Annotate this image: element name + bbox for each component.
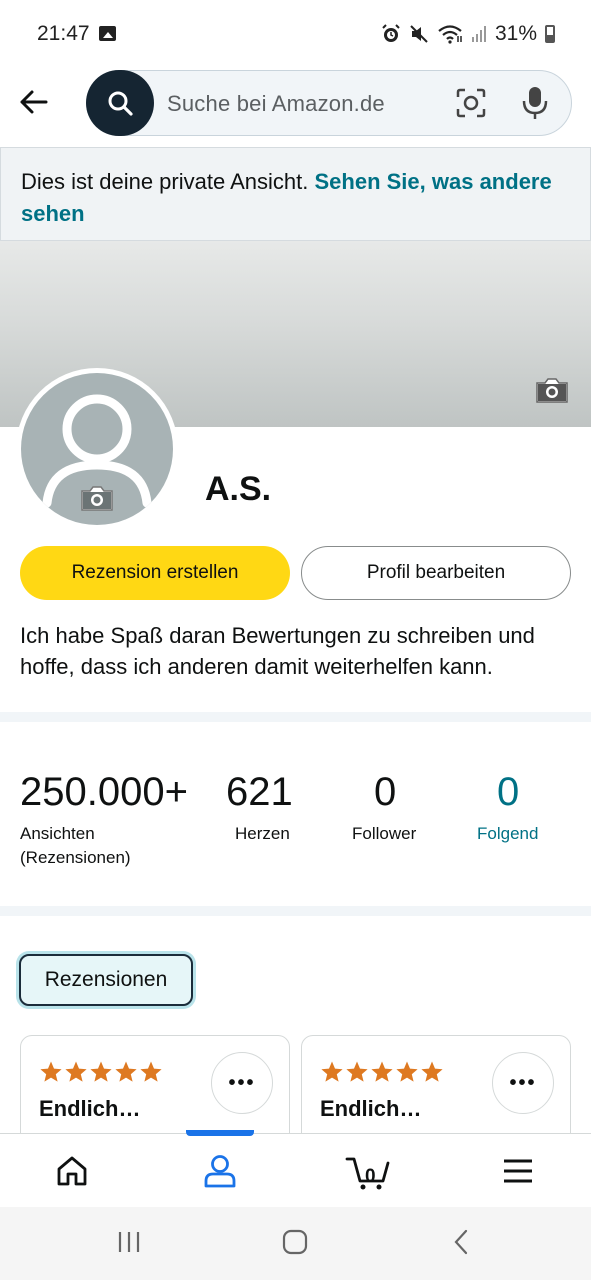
search-header: Suche bei Amazon.de xyxy=(0,68,591,146)
stat-following-value[interactable]: 0 xyxy=(497,770,519,815)
star-icon xyxy=(40,1061,62,1082)
nav-home[interactable] xyxy=(32,1134,112,1208)
star-icon xyxy=(396,1061,418,1082)
section-divider xyxy=(0,712,591,722)
profile-icon xyxy=(204,1155,236,1188)
more-options-button[interactable]: ••• xyxy=(492,1052,554,1114)
star-rating xyxy=(320,1060,444,1084)
recent-apps-icon[interactable] xyxy=(116,1227,142,1257)
microphone-icon[interactable] xyxy=(521,85,549,121)
back-arrow-icon[interactable] xyxy=(16,84,52,120)
review-title: Endlich… xyxy=(320,1096,422,1121)
status-icons: 31% xyxy=(381,20,555,48)
profile-name: A.S. xyxy=(205,470,272,508)
star-icon xyxy=(346,1061,368,1082)
search-placeholder: Suche bei Amazon.de xyxy=(167,91,385,116)
menu-icon xyxy=(504,1159,532,1183)
battery-icon xyxy=(545,25,555,43)
nav-cart[interactable]: 0 xyxy=(328,1134,408,1208)
home-icon xyxy=(57,1156,87,1186)
avatar-camera-icon[interactable] xyxy=(80,484,114,512)
star-icon xyxy=(321,1061,343,1082)
nav-menu[interactable] xyxy=(478,1134,558,1208)
image-icon xyxy=(99,26,116,41)
nav-profile[interactable] xyxy=(180,1134,260,1208)
star-icon xyxy=(140,1061,162,1082)
create-review-button[interactable]: Rezension erstellen xyxy=(20,546,290,600)
stat-followers-label[interactable]: Follower xyxy=(352,822,416,846)
star-rating xyxy=(39,1060,163,1084)
wifi-icon xyxy=(438,25,462,44)
banner-text: Dies ist deine private Ansicht. xyxy=(21,169,309,194)
stat-views-label: Ansichten (Rezensionen) xyxy=(20,824,131,867)
profile-bio: Ich habe Spaß daran Bewertungen zu schre… xyxy=(20,623,535,679)
star-icon xyxy=(115,1061,137,1082)
section-divider xyxy=(0,906,591,916)
edit-profile-button[interactable]: Profil bearbeiten xyxy=(301,546,571,600)
star-icon xyxy=(421,1061,443,1082)
stat-following-label[interactable]: Folgend xyxy=(477,822,538,846)
alarm-icon xyxy=(382,24,400,42)
private-view-banner: Dies ist deine private Ansicht. Sehen Si… xyxy=(0,147,591,241)
search-icon xyxy=(108,91,133,116)
stat-followers-value[interactable]: 0 xyxy=(374,770,396,815)
back-system-icon[interactable] xyxy=(450,1227,472,1257)
search-input[interactable]: Suche bei Amazon.de xyxy=(86,70,572,136)
star-icon xyxy=(90,1061,112,1082)
system-navigation-bar xyxy=(0,1207,591,1280)
mute-icon xyxy=(410,25,428,43)
camera-search-icon[interactable] xyxy=(455,87,487,119)
review-card[interactable]: ••• Endlich… xyxy=(301,1035,571,1145)
cart-count: 0 xyxy=(365,1166,376,1187)
stat-hearts-label: Herzen xyxy=(235,824,290,843)
battery-percent: 31% xyxy=(494,22,537,45)
star-icon xyxy=(371,1061,393,1082)
bottom-navigation: 0 xyxy=(0,1130,591,1208)
tab-reviews[interactable]: Rezensionen xyxy=(19,954,193,1006)
home-system-icon[interactable] xyxy=(280,1227,310,1257)
more-options-button[interactable]: ••• xyxy=(211,1052,273,1114)
review-card[interactable]: ••• Endlich… xyxy=(20,1035,290,1145)
star-icon xyxy=(65,1061,87,1082)
cover-camera-icon[interactable] xyxy=(535,376,569,404)
signal-icon xyxy=(471,26,486,42)
status-bar: 21:47 31% xyxy=(0,0,591,68)
search-button[interactable] xyxy=(86,70,154,136)
status-time: 21:47 xyxy=(37,22,90,45)
stat-hearts-value: 621 xyxy=(226,770,293,814)
stat-views-value: 250.000+ xyxy=(20,770,188,814)
review-title: Endlich… xyxy=(39,1096,141,1121)
